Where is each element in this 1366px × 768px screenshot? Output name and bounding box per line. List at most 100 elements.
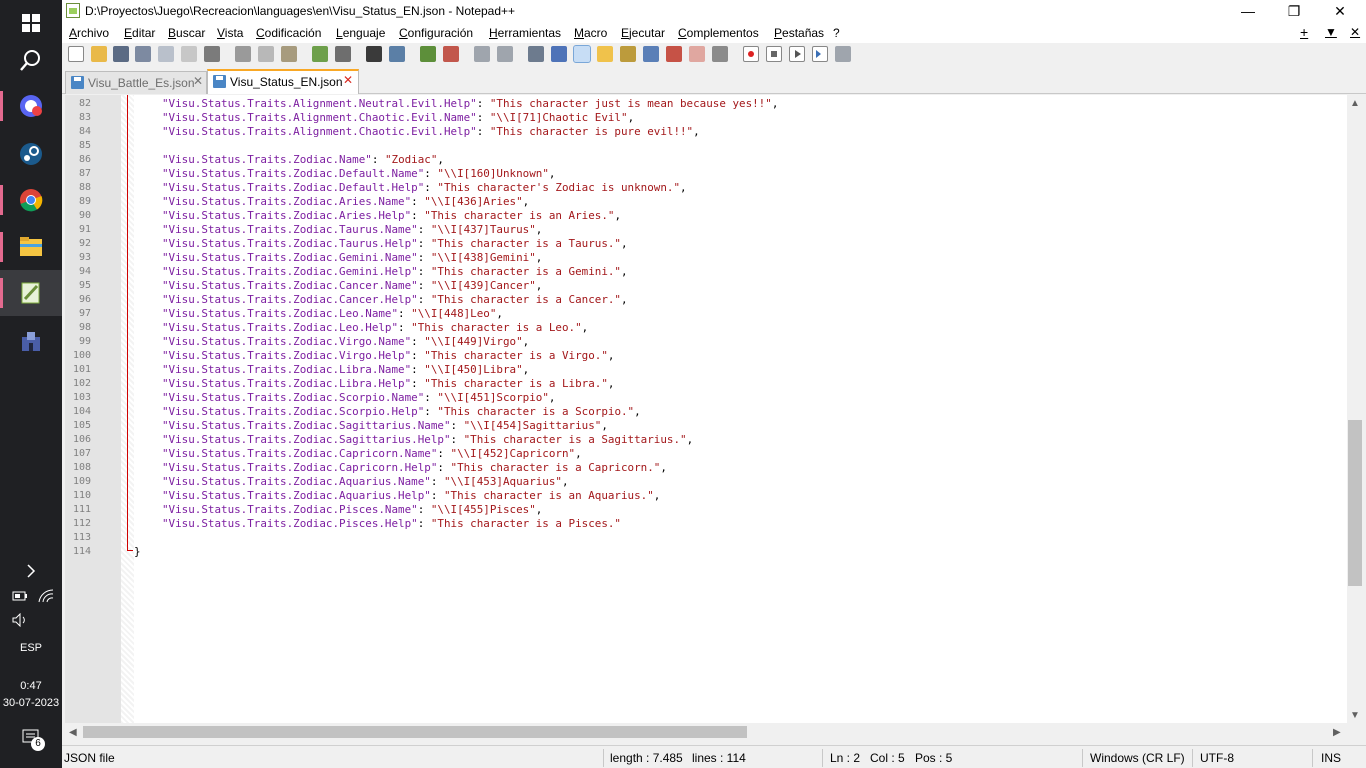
menu-help[interactable]: ? (833, 26, 840, 40)
code-line[interactable]: "Visu.Status.Traits.Zodiac.Sagittarius.N… (162, 419, 608, 432)
code-line[interactable]: "Visu.Status.Traits.Zodiac.Cancer.Name":… (162, 279, 542, 292)
sync-horizontal-icon[interactable] (497, 46, 513, 62)
undo-icon[interactable] (312, 46, 328, 62)
indent-guide-icon[interactable] (573, 45, 591, 63)
menu-lenguaje[interactable]: Lenguaje (336, 26, 385, 40)
code-line[interactable]: "Visu.Status.Traits.Alignment.Chaotic.Ev… (162, 125, 700, 138)
close-button[interactable]: ✕ (1317, 0, 1363, 22)
taskbar-file-explorer[interactable] (0, 224, 62, 270)
code-line[interactable]: "Visu.Status.Traits.Zodiac.Libra.Name": … (162, 363, 529, 376)
show-hidden-icons-button[interactable] (0, 548, 62, 594)
code-line[interactable]: "Visu.Status.Traits.Zodiac.Capricorn.Hel… (162, 461, 667, 474)
menu-ejecutar[interactable]: Ejecutar (621, 26, 665, 40)
close-document-button[interactable]: ✕ (1350, 25, 1360, 39)
code-line[interactable]: } (134, 545, 141, 558)
code-line[interactable]: "Visu.Status.Traits.Zodiac.Libra.Help": … (162, 377, 614, 390)
cut-icon[interactable] (235, 46, 251, 62)
menu-archivo[interactable]: Archivo (69, 26, 109, 40)
show-all-chars-icon[interactable] (551, 46, 567, 62)
save-icon[interactable] (113, 46, 129, 62)
clock-time[interactable]: 0:47 (0, 680, 62, 692)
vertical-scrollbar[interactable] (1347, 95, 1363, 723)
status-eol[interactable]: Windows (CR LF) (1090, 751, 1185, 765)
paste-icon[interactable] (281, 46, 297, 62)
function-list-icon[interactable] (666, 46, 682, 62)
menu-complementos[interactable]: Complementos (678, 26, 759, 40)
vertical-scroll-thumb[interactable] (1348, 420, 1362, 586)
code-line[interactable]: "Visu.Status.Traits.Zodiac.Sagittarius.H… (162, 433, 693, 446)
input-language-indicator[interactable]: ESP (0, 642, 62, 654)
code-line[interactable]: "Visu.Status.Traits.Zodiac.Default.Help"… (162, 181, 687, 194)
menu-pestanas[interactable]: Pestañas (774, 26, 824, 40)
menu-vista[interactable]: Vista (217, 26, 243, 40)
code-line[interactable]: "Visu.Status.Traits.Zodiac.Capricorn.Nam… (162, 447, 582, 460)
save-all-icon[interactable] (135, 46, 151, 62)
code-line[interactable]: "Visu.Status.Traits.Alignment.Chaotic.Ev… (162, 111, 634, 124)
code-line[interactable]: "Visu.Status.Traits.Zodiac.Pisces.Name":… (162, 503, 542, 516)
doc-map-icon[interactable] (620, 46, 636, 62)
restore-button[interactable]: ❐ (1271, 0, 1317, 22)
close-all-icon[interactable] (181, 46, 197, 62)
close-file-icon[interactable] (158, 46, 174, 62)
play-macro-icon[interactable] (789, 46, 805, 62)
stop-macro-icon[interactable] (766, 46, 782, 62)
code-line[interactable]: "Visu.Status.Traits.Zodiac.Taurus.Name":… (162, 223, 542, 236)
wifi-icon[interactable] (38, 589, 54, 606)
code-line[interactable]: "Visu.Status.Traits.Zodiac.Gemini.Name":… (162, 251, 542, 264)
new-tab-plus-button[interactable]: + (1300, 24, 1308, 40)
code-line[interactable]: "Visu.Status.Traits.Zodiac.Taurus.Help":… (162, 237, 628, 250)
redo-icon[interactable] (335, 46, 351, 62)
code-line[interactable]: "Visu.Status.Traits.Zodiac.Name": "Zodia… (162, 153, 444, 166)
minimize-button[interactable]: — (1225, 0, 1271, 22)
clock-date[interactable]: 30-07-2023 (0, 697, 62, 709)
horizontal-scroll-thumb[interactable] (83, 726, 747, 738)
new-file-icon[interactable] (68, 46, 84, 62)
code-line[interactable]: "Visu.Status.Traits.Zodiac.Scorpio.Help"… (162, 405, 641, 418)
code-line[interactable]: "Visu.Status.Traits.Zodiac.Leo.Help": "T… (162, 321, 588, 334)
taskbar-discord-app[interactable] (0, 83, 62, 129)
replace-icon[interactable] (389, 46, 405, 62)
scroll-left-arrow-icon[interactable]: ◀ (69, 727, 77, 738)
udl-icon[interactable] (597, 46, 613, 62)
code-line[interactable]: "Visu.Status.Traits.Zodiac.Pisces.Help":… (162, 517, 621, 530)
code-line[interactable]: "Visu.Status.Traits.Zodiac.Virgo.Help": … (162, 349, 614, 362)
scroll-down-arrow-icon[interactable]: ▼ (1350, 710, 1360, 721)
battery-icon[interactable] (12, 590, 30, 605)
code-line[interactable]: "Visu.Status.Traits.Zodiac.Gemini.Help":… (162, 265, 628, 278)
menu-configuracion[interactable]: Configuración (399, 26, 473, 40)
taskbar-steam-app[interactable] (0, 131, 62, 177)
scroll-up-arrow-icon[interactable]: ▲ (1350, 98, 1360, 109)
code-line[interactable]: "Visu.Status.Traits.Alignment.Neutral.Ev… (162, 97, 778, 110)
code-line[interactable]: "Visu.Status.Traits.Zodiac.Cancer.Help":… (162, 293, 628, 306)
open-file-icon[interactable] (91, 46, 107, 62)
menu-buscar[interactable]: Buscar (168, 26, 205, 40)
taskbar-notepadpp-app[interactable] (0, 270, 62, 316)
record-macro-icon[interactable] (743, 46, 759, 62)
code-line[interactable]: "Visu.Status.Traits.Zodiac.Default.Name"… (162, 167, 555, 180)
taskbar-game-app[interactable] (0, 318, 62, 364)
word-wrap-icon[interactable] (528, 46, 544, 62)
doc-list-icon[interactable] (643, 46, 659, 62)
tab-close-icon[interactable]: ✕ (192, 75, 204, 87)
notification-center-button[interactable]: 6 (22, 729, 45, 751)
print-icon[interactable] (204, 46, 220, 62)
code-line[interactable]: "Visu.Status.Traits.Zodiac.Aquarius.Help… (162, 489, 660, 502)
monitoring-icon[interactable] (712, 46, 728, 62)
scroll-right-arrow-icon[interactable]: ▶ (1333, 727, 1341, 738)
find-icon[interactable] (366, 46, 382, 62)
copy-icon[interactable] (258, 46, 274, 62)
status-encoding[interactable]: UTF-8 (1200, 751, 1234, 765)
menu-herramientas[interactable]: Herramientas (489, 26, 561, 40)
volume-icon[interactable] (12, 612, 30, 630)
text-editor[interactable]: 82 "Visu.Status.Traits.Alignment.Neutral.… (65, 95, 1347, 723)
code-line[interactable]: "Visu.Status.Traits.Zodiac.Scorpio.Name"… (162, 391, 555, 404)
zoom-in-icon[interactable] (420, 46, 436, 62)
run-macro-multiple-icon[interactable] (812, 46, 828, 62)
tab-visu-battle-es[interactable]: Visu_Battle_Es.json ✕ (65, 71, 207, 94)
taskbar-chrome-app[interactable] (0, 177, 62, 223)
code-line[interactable]: "Visu.Status.Traits.Zodiac.Aries.Help": … (162, 209, 621, 222)
search-button[interactable] (0, 37, 62, 83)
code-line[interactable]: "Visu.Status.Traits.Zodiac.Virgo.Name": … (162, 335, 529, 348)
code-line[interactable]: "Visu.Status.Traits.Zodiac.Aries.Name": … (162, 195, 529, 208)
menu-codificacion[interactable]: Codificación (256, 26, 321, 40)
